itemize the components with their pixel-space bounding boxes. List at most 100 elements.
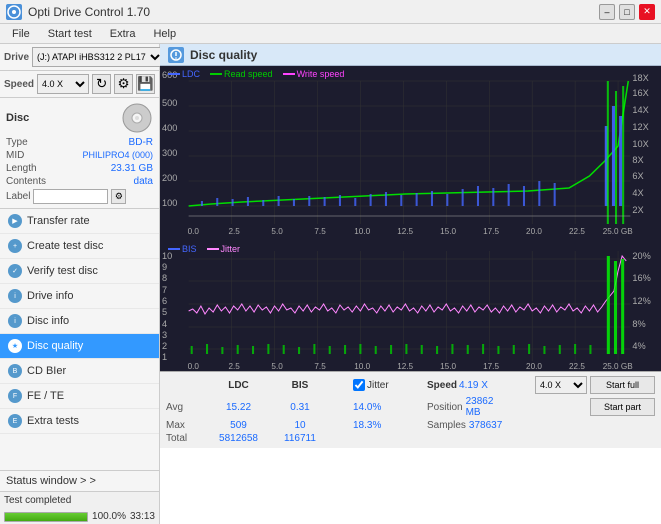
speed-stat-label: Speed bbox=[427, 380, 457, 391]
legend-ldc-color bbox=[168, 73, 180, 75]
nav-list: ▶ Transfer rate + Create test disc ✓ Ver… bbox=[0, 209, 159, 470]
svg-text:18X: 18X bbox=[632, 73, 648, 83]
svg-text:8%: 8% bbox=[632, 319, 645, 329]
nav-verify-test-disc[interactable]: ✓ Verify test disc bbox=[0, 259, 159, 284]
transfer-rate-icon: ▶ bbox=[8, 214, 22, 228]
app-icon bbox=[6, 4, 22, 20]
nav-transfer-rate[interactable]: ▶ Transfer rate bbox=[0, 209, 159, 234]
nav-create-test-disc[interactable]: + Create test disc bbox=[0, 234, 159, 259]
cd-bier-icon: B bbox=[8, 364, 22, 378]
speed-save-button[interactable]: 💾 bbox=[136, 74, 155, 94]
speed-row: Speed 4.0 X ↻ ⚙ 💾 bbox=[0, 71, 159, 98]
stats-total-bis: 116711 bbox=[275, 433, 325, 444]
nav-fe-te-label: FE / TE bbox=[27, 390, 64, 402]
svg-text:400: 400 bbox=[162, 123, 177, 133]
svg-text:200: 200 bbox=[162, 173, 177, 183]
start-full-button[interactable]: Start full bbox=[590, 376, 655, 394]
speed-config-button[interactable]: ⚙ bbox=[114, 74, 133, 94]
stats-avg-label: Avg bbox=[166, 402, 202, 413]
stats-total-ldc: 5812658 bbox=[206, 433, 271, 444]
nav-disc-info[interactable]: i Disc info bbox=[0, 309, 159, 334]
svg-text:4: 4 bbox=[162, 319, 167, 329]
minimize-button[interactable]: – bbox=[599, 4, 615, 20]
menu-start-test[interactable]: Start test bbox=[40, 27, 100, 41]
speed-dropdown[interactable]: 4.0 X bbox=[37, 74, 89, 94]
svg-text:2: 2 bbox=[162, 341, 167, 351]
svg-text:5.0: 5.0 bbox=[271, 362, 283, 371]
disc-icon bbox=[121, 102, 153, 134]
menu-extra[interactable]: Extra bbox=[102, 27, 144, 41]
svg-text:8X: 8X bbox=[632, 155, 643, 165]
title-bar-left: Opti Drive Control 1.70 bbox=[6, 4, 150, 20]
svg-text:12X: 12X bbox=[632, 122, 648, 132]
svg-text:20%: 20% bbox=[632, 251, 650, 261]
drive-dropdown[interactable]: (J:) ATAPI iHBS312 2 PL17 bbox=[32, 47, 164, 67]
legend-bis-color bbox=[168, 248, 180, 250]
nav-create-test-disc-label: Create test disc bbox=[27, 240, 103, 252]
fe-te-icon: F bbox=[8, 389, 22, 403]
title-bar: Opti Drive Control 1.70 – □ ✕ bbox=[0, 0, 661, 24]
speed-refresh-button[interactable]: ↻ bbox=[92, 74, 111, 94]
app-title: Opti Drive Control 1.70 bbox=[28, 5, 150, 19]
disc-label-key: Label bbox=[6, 191, 30, 202]
status-window-button[interactable]: Status window > > bbox=[0, 470, 159, 491]
svg-text:1: 1 bbox=[162, 352, 167, 362]
legend-jitter-color bbox=[207, 248, 219, 250]
stats-max-ldc: 509 bbox=[206, 420, 271, 431]
nav-disc-info-label: Disc info bbox=[27, 315, 69, 327]
nav-disc-quality[interactable]: ★ Disc quality bbox=[0, 334, 159, 359]
elapsed-time: 33:13 bbox=[130, 511, 155, 522]
nav-fe-te[interactable]: F FE / TE bbox=[0, 384, 159, 409]
start-part-button[interactable]: Start part bbox=[590, 398, 655, 416]
svg-text:6: 6 bbox=[162, 296, 167, 306]
menu-help[interactable]: Help bbox=[145, 27, 184, 41]
samples-label: Samples bbox=[427, 420, 466, 431]
jitter-checkbox[interactable] bbox=[353, 379, 365, 391]
disc-label-button[interactable]: ⚙ bbox=[111, 189, 126, 204]
status-bar: Test completed bbox=[0, 491, 159, 509]
svg-text:0.0: 0.0 bbox=[188, 227, 200, 236]
extra-tests-icon: E bbox=[8, 414, 22, 428]
svg-text:20.0: 20.0 bbox=[526, 362, 542, 371]
menu-bar: File Start test Extra Help bbox=[0, 24, 661, 44]
start-part-container: Start part bbox=[501, 398, 655, 416]
sidebar: Drive (J:) ATAPI iHBS312 2 PL17 ⏏ Speed … bbox=[0, 44, 160, 524]
svg-text:10X: 10X bbox=[632, 139, 648, 149]
nav-drive-info[interactable]: i Drive info bbox=[0, 284, 159, 309]
progress-percent: 100.0% bbox=[92, 511, 126, 522]
disc-label-row: Label ⚙ bbox=[6, 189, 153, 204]
svg-text:22.5: 22.5 bbox=[569, 362, 585, 371]
svg-text:4X: 4X bbox=[632, 188, 643, 198]
stats-avg-bis: 0.31 bbox=[275, 402, 325, 413]
svg-text:25.0 GB: 25.0 GB bbox=[603, 227, 633, 236]
disc-panel: Disc Type BD-R MID PHILIPRO4 (000) bbox=[0, 98, 159, 209]
stats-avg-jitter: 14.0% bbox=[353, 402, 423, 413]
stats-max-jitter: 18.3% bbox=[353, 420, 423, 431]
drive-label: Drive bbox=[4, 52, 29, 63]
legend-bis: BIS bbox=[168, 244, 197, 254]
close-button[interactable]: ✕ bbox=[639, 4, 655, 20]
drive-row: Drive (J:) ATAPI iHBS312 2 PL17 ⏏ bbox=[0, 44, 159, 71]
drive-info-icon: i bbox=[8, 289, 22, 303]
chart-top: LDC Read speed Write speed 600 500 400 3 bbox=[160, 66, 661, 241]
disc-label-input[interactable] bbox=[33, 189, 108, 204]
stats-col-ldc: LDC bbox=[206, 380, 271, 391]
content-area: Disc quality LDC Read speed Write speed bbox=[160, 44, 661, 524]
svg-text:0.0: 0.0 bbox=[188, 362, 200, 371]
menu-file[interactable]: File bbox=[4, 27, 38, 41]
svg-text:17.5: 17.5 bbox=[483, 227, 499, 236]
nav-cd-bier[interactable]: B CD BIer bbox=[0, 359, 159, 384]
svg-text:2X: 2X bbox=[632, 205, 643, 215]
speed-buttons-container: 4.0 X Start full bbox=[501, 376, 655, 394]
disc-quality-icon: ★ bbox=[8, 339, 22, 353]
nav-extra-tests-label: Extra tests bbox=[27, 415, 79, 427]
disc-contents-key: Contents bbox=[6, 176, 46, 187]
nav-extra-tests[interactable]: E Extra tests bbox=[0, 409, 159, 434]
samples-container: Samples 378637 bbox=[427, 420, 497, 431]
chart-bottom: BIS Jitter 10 9 8 7 6 5 4 3 2 1 bbox=[160, 241, 661, 371]
disc-type-key: Type bbox=[6, 137, 28, 148]
maximize-button[interactable]: □ bbox=[619, 4, 635, 20]
disc-mid-row: MID PHILIPRO4 (000) bbox=[6, 150, 153, 161]
svg-text:16%: 16% bbox=[632, 273, 650, 283]
result-speed-dropdown[interactable]: 4.0 X bbox=[535, 376, 587, 394]
